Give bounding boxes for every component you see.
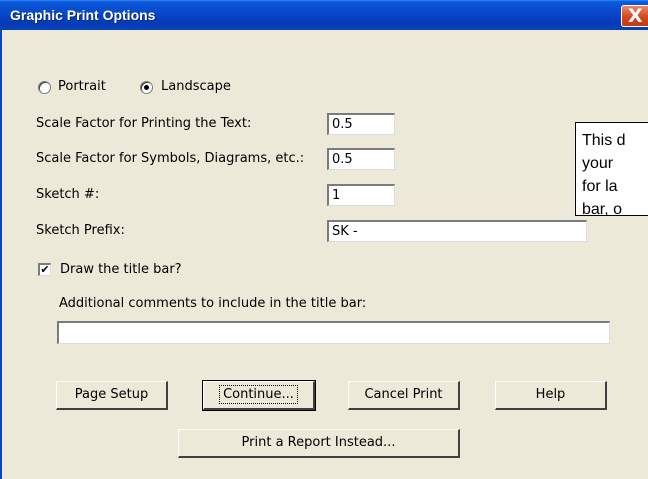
print-report-label: Print a Report Instead... — [241, 435, 396, 450]
help-button[interactable]: Help — [495, 381, 607, 410]
check-icon: ✔ — [40, 263, 50, 276]
cancel-print-label: Cancel Print — [364, 387, 443, 402]
close-button[interactable]: X — [621, 5, 648, 27]
portrait-label[interactable]: Portrait — [58, 79, 106, 94]
help-label: Help — [535, 387, 566, 402]
landscape-radio[interactable] — [140, 81, 153, 94]
comments-label: Additional comments to include in the ti… — [59, 296, 367, 311]
sketch-prefix-input[interactable]: SK - — [327, 220, 587, 242]
scale-symbols-label: Scale Factor for Symbols, Diagrams, etc.… — [36, 151, 305, 166]
landscape-label[interactable]: Landscape — [161, 79, 231, 94]
close-icon: X — [628, 5, 643, 27]
scale-text-input[interactable]: 0.5 — [327, 113, 395, 135]
callout-line-1: This d — [582, 132, 626, 149]
continue-button[interactable]: Continue... — [202, 380, 316, 411]
page-setup-button[interactable]: Page Setup — [56, 381, 168, 410]
draw-title-bar-checkbox[interactable]: ✔ — [38, 263, 51, 276]
comments-input[interactable] — [57, 321, 610, 344]
title-bar: Graphic Print Options X — [0, 0, 648, 30]
sketch-number-input[interactable]: 1 — [327, 184, 395, 206]
scale-symbols-input[interactable]: 0.5 — [327, 148, 395, 170]
callout-line-2: your — [582, 155, 614, 172]
print-report-button[interactable]: Print a Report Instead... — [178, 429, 460, 458]
continue-label: Continue... — [219, 385, 298, 404]
callout-line-4: bar, o — [582, 201, 623, 216]
portrait-radio[interactable] — [38, 81, 51, 94]
help-callout: This d your for la bar, o — [575, 122, 648, 216]
page-setup-label: Page Setup — [74, 387, 149, 402]
callout-line-3: for la — [582, 178, 618, 195]
window-title: Graphic Print Options — [10, 7, 156, 23]
scale-text-label: Scale Factor for Printing the Text: — [36, 116, 252, 131]
sketch-number-label: Sketch #: — [36, 187, 100, 202]
sketch-prefix-label: Sketch Prefix: — [36, 223, 125, 238]
cancel-print-button[interactable]: Cancel Print — [348, 381, 460, 410]
draw-title-bar-label[interactable]: Draw the title bar? — [60, 262, 182, 277]
dialog-body: Portrait Landscape Scale Factor for Prin… — [0, 30, 648, 479]
